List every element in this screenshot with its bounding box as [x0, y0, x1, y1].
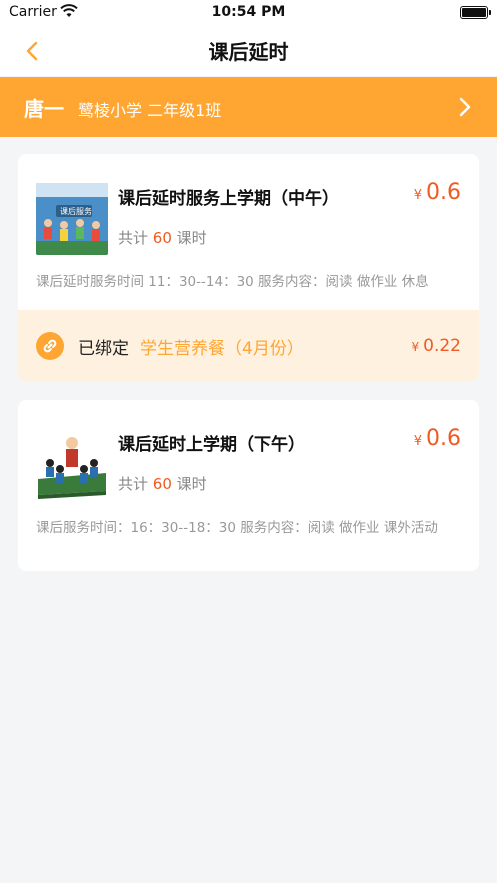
currency-symbol: ¥ — [413, 188, 422, 203]
course-description: 课后延时服务时间 11：30--14：30 服务内容：阅读 做作业 休息 — [36, 274, 429, 290]
course-price: ¥0.6 — [414, 426, 461, 451]
course-thumbnail: 课后服务 — [36, 183, 108, 255]
bound-label: 已绑定 — [78, 339, 129, 359]
chevron-right-icon — [459, 97, 471, 117]
currency-symbol: ¥ — [413, 434, 422, 449]
course-thumbnail — [36, 429, 108, 501]
course-description: 课后服务时间：16：30--18：30 服务内容：阅读 做作业 课外活动 — [36, 520, 438, 536]
hours-suffix: 课时 — [176, 475, 207, 493]
bound-meal-row[interactable]: 已绑定 学生营养餐（4月份） ¥0.22 — [18, 310, 479, 381]
hours-suffix: 课时 — [176, 229, 207, 247]
nav-bar: 课后延时 — [0, 26, 497, 76]
hours-prefix: 共计 — [118, 229, 149, 247]
bound-meal-name: 学生营养餐（4月份） — [140, 339, 304, 359]
currency-symbol: ¥ — [411, 340, 420, 354]
battery-icon — [460, 6, 491, 19]
student-name: 唐一 — [24, 97, 64, 121]
student-school-class: 鹭棱小学 二年级1班 — [78, 101, 222, 120]
clock: 10:54 PM — [211, 4, 286, 20]
hours-prefix: 共计 — [118, 475, 149, 493]
course-title: 课后延时上学期（下午） — [118, 435, 305, 455]
bound-meal-price: ¥0.22 — [412, 336, 462, 356]
course-title: 课后延时服务上学期（中午） — [118, 189, 339, 209]
thumb-caption: 课后服务 — [60, 207, 92, 216]
price-value: 0.6 — [426, 180, 461, 205]
course-hours: 共计 60 课时 — [118, 473, 207, 494]
hours-count: 60 — [152, 475, 172, 493]
price-value: 0.22 — [423, 336, 461, 356]
course-price: ¥0.6 — [414, 180, 461, 205]
course-hours: 共计 60 课时 — [118, 227, 207, 248]
price-value: 0.6 — [426, 426, 461, 451]
student-selector[interactable]: 唐一 鹭棱小学 二年级1班 — [0, 77, 497, 137]
hours-count: 60 — [152, 229, 172, 247]
status-bar: Carrier 10:54 PM — [0, 0, 497, 26]
link-icon — [36, 332, 64, 360]
page-title: 课后延时 — [208, 40, 289, 64]
course-card[interactable]: 课后服务 课后延时服务上学期（中午） ¥0.6 共计 60 课时 课后延时服务时… — [18, 154, 479, 381]
course-card[interactable]: 课后延时上学期（下午） ¥0.6 共计 60 课时 课后服务时间：16：30--… — [18, 400, 479, 571]
